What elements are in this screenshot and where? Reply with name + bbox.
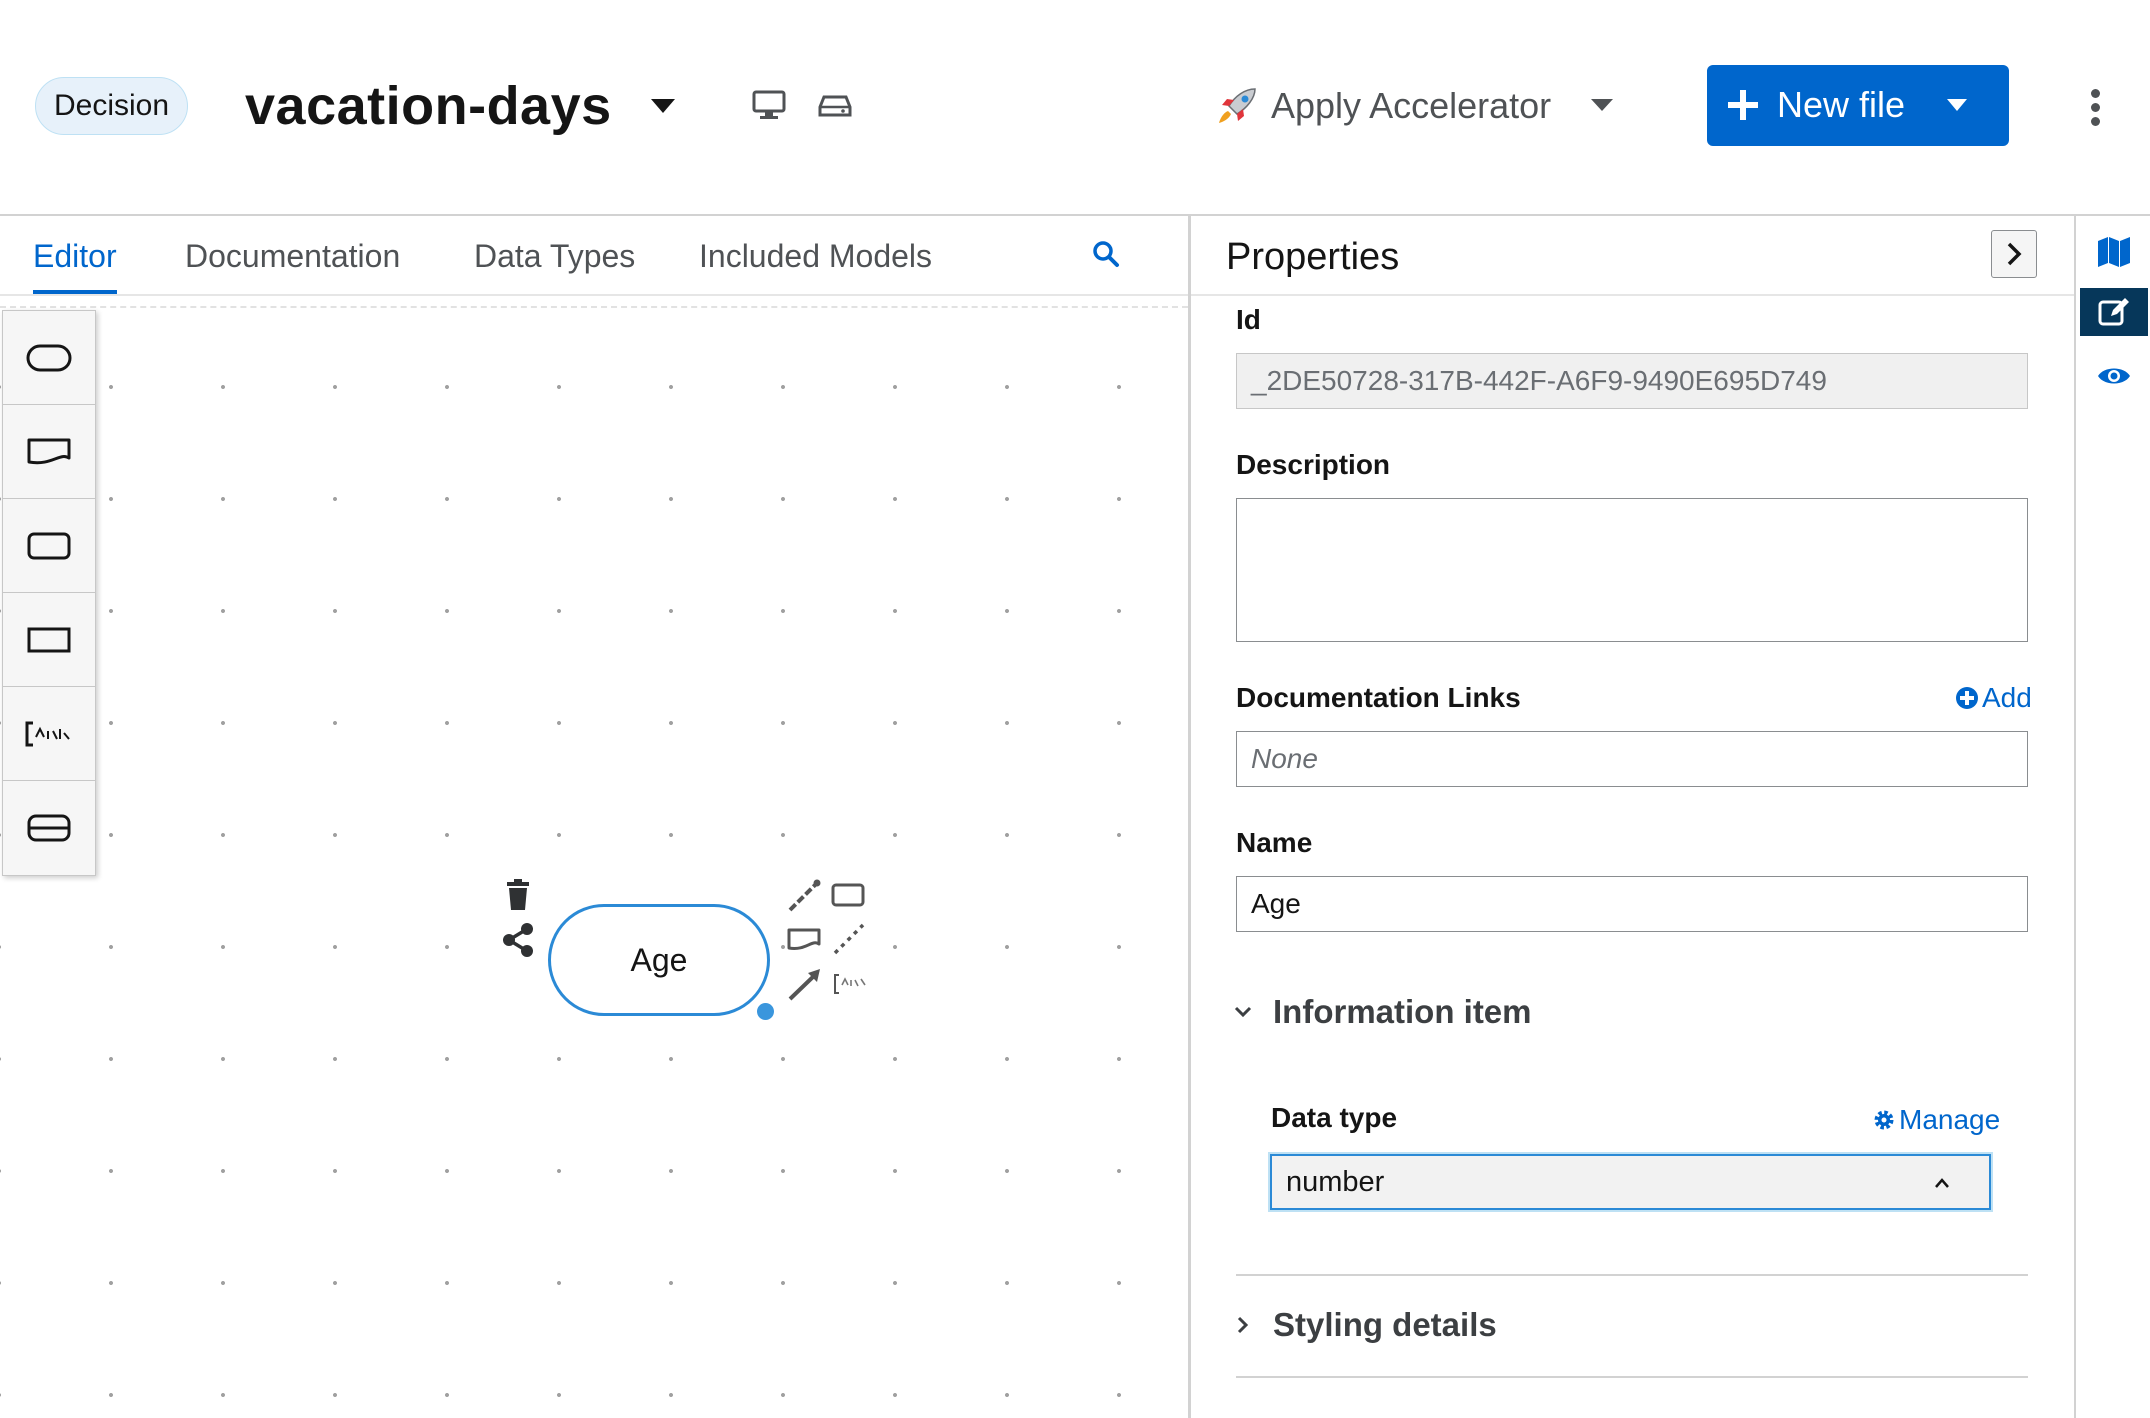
diagram-canvas[interactable] (0, 306, 1188, 1418)
delete-icon[interactable] (503, 878, 533, 912)
knowledge-source-shape-icon (27, 532, 71, 559)
manage-data-types-button[interactable]: Manage (1872, 1104, 2000, 1136)
node-label: Age (630, 941, 688, 978)
palette-knowledge-source[interactable] (3, 499, 95, 593)
rocket-icon (1219, 88, 1256, 123)
apply-accelerator-button[interactable]: Apply Accelerator (1215, 80, 1551, 132)
manage-label: Manage (1899, 1104, 2001, 1135)
add-link-button[interactable]: Add (1955, 682, 2032, 714)
decision-shape-icon (26, 344, 72, 371)
accelerator-caret-icon[interactable] (1588, 95, 1616, 115)
documentation-links-field[interactable]: None (1236, 731, 2028, 787)
styling-details-toggle[interactable]: Styling details (1233, 1306, 1497, 1344)
description-label: Description (1236, 449, 1391, 480)
documentation-links-label: Documentation Links (1236, 682, 1521, 713)
storage-icon[interactable] (818, 94, 852, 118)
association-icon[interactable] (832, 922, 866, 956)
plus-icon (1728, 90, 1758, 120)
chevron-down-icon (1234, 1006, 1252, 1018)
side-rail (2076, 216, 2150, 1418)
editor-pane: Editor Documentation Data Types Included… (0, 216, 1188, 1418)
collapse-panel-button[interactable] (1991, 230, 2037, 278)
age-node[interactable]: Age (548, 904, 770, 1016)
palette-decision-service[interactable] (3, 781, 95, 875)
data-type-value: number (1286, 1166, 1385, 1198)
add-link-label: Add (1982, 682, 2032, 713)
data-type-label: Data type (1271, 1102, 1398, 1133)
search-icon[interactable] (1092, 240, 1120, 268)
name-input[interactable]: Age (1236, 876, 2028, 932)
shape-palette (2, 310, 96, 876)
annotation-icon[interactable] (832, 972, 868, 996)
node-resize-handle[interactable] (757, 1003, 774, 1020)
properties-button[interactable] (2080, 288, 2148, 336)
edit-icon (2098, 298, 2129, 326)
information-item-toggle[interactable]: Information item (1233, 993, 1532, 1031)
input-data-tool-icon[interactable] (786, 926, 822, 954)
data-type-select[interactable]: number (1270, 1154, 1991, 1210)
tab-documentation[interactable]: Documentation (185, 236, 400, 276)
bkm-shape-icon (27, 627, 71, 652)
name-label: Name (1236, 827, 1313, 858)
styling-details-label: Styling details (1273, 1306, 1497, 1343)
palette-business-knowledge-model[interactable] (3, 593, 95, 687)
tab-included-models[interactable]: Included Models (699, 236, 932, 276)
palette-input-data[interactable] (3, 405, 95, 499)
information-item-label: Information item (1273, 993, 1532, 1030)
file-menu-caret-icon[interactable] (648, 95, 678, 117)
file-name[interactable]: vacation-days (245, 72, 612, 140)
id-field: _2DE50728-317B-442F-A6F9-9490E695D749 (1236, 353, 2028, 409)
decision-shape-tool-icon[interactable] (830, 882, 866, 908)
properties-title: Properties (1226, 236, 1400, 278)
editor-tabs: Editor Documentation Data Types Included… (0, 216, 1188, 296)
preview-button[interactable] (2080, 352, 2148, 400)
properties-header: Properties (1191, 216, 2076, 296)
section-divider (1236, 1274, 2028, 1276)
new-file-caret-icon[interactable] (1945, 96, 1969, 114)
desktop-icon[interactable] (752, 90, 786, 120)
navigator-button[interactable] (2080, 228, 2148, 276)
map-icon (2098, 237, 2130, 267)
decision-service-shape-icon (27, 814, 71, 842)
file-type-badge: Decision (35, 77, 189, 135)
new-file-label: New file (1777, 84, 1906, 125)
input-data-shape-icon (27, 438, 71, 464)
tab-data-types[interactable]: Data Types (474, 236, 635, 276)
tab-editor[interactable]: Editor (33, 236, 117, 294)
gear-icon (1874, 1110, 1894, 1130)
chevron-right-icon (1237, 1316, 1249, 1334)
palette-text-annotation[interactable] (3, 687, 95, 781)
properties-panel: Properties Id _2DE50728-317B-442F-A6F9-9… (1191, 216, 2076, 1418)
plus-circle-icon (1956, 687, 1978, 709)
chevron-right-icon (2007, 242, 2022, 266)
accelerator-label: Apply Accelerator (1271, 85, 1552, 126)
arrow-icon[interactable] (786, 966, 824, 1002)
app-header: Decision vacation-days Apply Accelerator… (0, 0, 2150, 216)
description-textarea[interactable] (1236, 498, 2028, 642)
new-file-button[interactable]: New file (1707, 65, 2009, 146)
section-divider (1236, 1376, 2028, 1378)
palette-decision[interactable] (3, 311, 95, 405)
share-icon[interactable] (501, 922, 535, 958)
id-label: Id (1236, 304, 1261, 335)
chevron-up-icon (1935, 1178, 1949, 1188)
kebab-menu-icon[interactable] (2086, 86, 2104, 126)
connector-icon[interactable] (786, 878, 822, 914)
eye-icon (2098, 368, 2130, 384)
text-annotation-shape-icon (25, 721, 70, 746)
